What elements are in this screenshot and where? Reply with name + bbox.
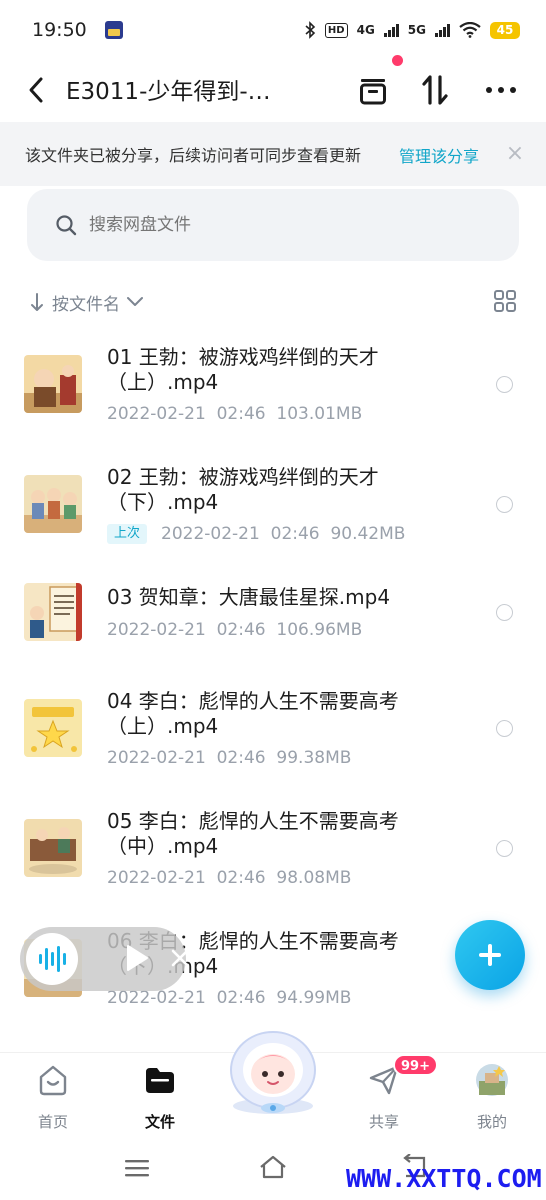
nav-home[interactable]: 首页	[13, 1063, 93, 1132]
file-meta: 2022-02-21 02:46 99.38MB	[107, 748, 351, 768]
file-meta: 2022-02-21 02:46 94.99MB	[107, 988, 351, 1008]
play-icon[interactable]	[125, 944, 149, 972]
signal-5g-icon	[435, 23, 450, 37]
sort-label: 按文件名	[52, 294, 120, 315]
add-button[interactable]	[455, 920, 525, 990]
file-size: 106.96MB	[276, 620, 363, 640]
file-date: 2022-02-21	[107, 620, 206, 640]
file-time: 02:46	[216, 620, 266, 640]
file-date: 2022-02-21	[107, 404, 206, 424]
file-item[interactable]: 05 李白：彪悍的人生不需要高考（中）.mp4 2022-02-21 02:46…	[0, 804, 546, 914]
notification-dot	[392, 55, 403, 66]
bluetooth-icon	[305, 21, 316, 39]
file-meta: 2022-02-21 02:46 103.01MB	[107, 404, 362, 424]
select-radio[interactable]	[496, 840, 513, 857]
file-size: 103.01MB	[276, 404, 363, 424]
file-meta: 上次 2022-02-21 02:46 90.42MB	[107, 524, 405, 544]
file-date: 2022-02-21	[107, 988, 206, 1008]
audio-wave-icon[interactable]	[26, 933, 78, 985]
header: E3011-少年得到-…	[0, 60, 546, 122]
share-banner: 该文件夹已被分享，后续访问者可同步查看更新 管理该分享 ×	[0, 122, 546, 186]
file-date: 2022-02-21	[107, 868, 206, 888]
search-box[interactable]	[27, 189, 519, 261]
sort-transfer-icon[interactable]	[415, 70, 455, 110]
select-radio[interactable]	[496, 604, 513, 621]
network-4g-label: 4G	[356, 23, 375, 37]
app-notification-icon	[104, 21, 123, 39]
nav-label-share: 共享	[368, 1113, 399, 1131]
assistant-mascot-icon[interactable]	[218, 1024, 328, 1116]
home-icon	[39, 1065, 67, 1096]
file-name: 03 贺知章：大唐最佳星探.mp4	[107, 585, 391, 609]
avatar-icon	[476, 1064, 508, 1096]
file-name: 01 王勃：被游戏鸡绊倒的天才（上）.mp4	[107, 345, 379, 394]
grid-view-icon[interactable]	[494, 290, 516, 312]
sort-control[interactable]: 按文件名	[30, 288, 144, 316]
back-arrow-icon[interactable]	[26, 74, 46, 106]
battery-icon: 45	[490, 21, 520, 39]
file-meta: 2022-02-21 02:46 98.08MB	[107, 868, 351, 888]
video-thumbnail	[24, 699, 82, 757]
nav-label-files: 文件	[144, 1113, 175, 1131]
file-name: 02 王勃：被游戏鸡绊倒的天才（下）.mp4	[107, 465, 379, 514]
file-time: 02:46	[216, 404, 266, 424]
search-icon	[56, 215, 77, 236]
status-time: 19:50	[32, 19, 87, 41]
status-bar: 19:50 HD 4G 5G 45	[0, 0, 546, 60]
video-thumbnail	[24, 583, 82, 641]
player-close-icon[interactable]	[170, 946, 190, 970]
file-name: 04 李白：彪悍的人生不需要高考（上）.mp4	[107, 689, 399, 738]
file-item[interactable]: 04 李白：彪悍的人生不需要高考（上）.mp4 2022-02-21 02:46…	[0, 684, 546, 794]
chevron-down-icon	[127, 297, 143, 306]
file-size: 90.42MB	[330, 524, 406, 544]
floating-player[interactable]	[20, 927, 189, 991]
nav-label-home: 首页	[37, 1113, 68, 1131]
menu-icon[interactable]	[124, 1158, 150, 1178]
signal-4g-icon	[383, 23, 399, 37]
file-item[interactable]: 03 贺知章：大唐最佳星探.mp4 2022-02-21 02:46 106.9…	[0, 570, 546, 680]
video-thumbnail	[24, 819, 82, 877]
folder-icon	[146, 1068, 174, 1093]
file-meta: 2022-02-21 02:46 106.96MB	[107, 620, 362, 640]
file-time: 02:46	[270, 524, 320, 544]
file-size: 99.38MB	[276, 748, 352, 768]
nav-files[interactable]: 文件	[120, 1063, 200, 1132]
file-date: 2022-02-21	[161, 524, 260, 544]
status-indicators: HD 4G 5G 45	[304, 21, 520, 39]
page-title: E3011-少年得到-…	[66, 79, 271, 105]
nav-label-me: 我的	[476, 1113, 507, 1131]
file-time: 02:46	[216, 988, 266, 1008]
nav-me[interactable]: 我的	[452, 1063, 532, 1132]
share-banner-text: 该文件夹已被分享，后续访问者可同步查看更新	[25, 146, 362, 165]
close-icon[interactable]: ×	[505, 140, 525, 168]
file-size: 98.08MB	[276, 868, 352, 888]
home-nav-icon[interactable]	[258, 1154, 288, 1180]
network-5g-label: 5G	[407, 23, 426, 37]
archive-icon[interactable]	[353, 70, 393, 110]
last-played-badge: 上次	[107, 524, 148, 544]
search-input[interactable]	[89, 215, 469, 235]
file-size: 94.99MB	[276, 988, 352, 1008]
select-radio[interactable]	[496, 720, 513, 737]
hd-icon: HD	[324, 22, 348, 38]
file-date: 2022-02-21	[107, 748, 206, 768]
video-thumbnail	[24, 475, 82, 533]
file-time: 02:46	[216, 868, 266, 888]
arrow-down-icon	[31, 293, 43, 311]
select-radio[interactable]	[496, 376, 513, 393]
file-name: 05 李白：彪悍的人生不需要高考（中）.mp4	[107, 809, 399, 858]
video-thumbnail	[24, 355, 82, 413]
select-radio[interactable]	[496, 496, 513, 513]
watermark: WWW.XXTTQ.COM	[346, 1164, 542, 1193]
file-item[interactable]: 01 王勃：被游戏鸡绊倒的天才（上）.mp4 2022-02-21 02:46 …	[0, 330, 546, 440]
share-count-badge: 99+	[393, 1054, 438, 1076]
manage-share-link[interactable]: 管理该分享	[399, 143, 479, 167]
wifi-icon	[459, 22, 481, 38]
file-time: 02:46	[216, 748, 266, 768]
file-item[interactable]: 02 王勃：被游戏鸡绊倒的天才（下）.mp4 上次 2022-02-21 02:4…	[0, 450, 546, 560]
more-icon[interactable]	[481, 70, 521, 110]
